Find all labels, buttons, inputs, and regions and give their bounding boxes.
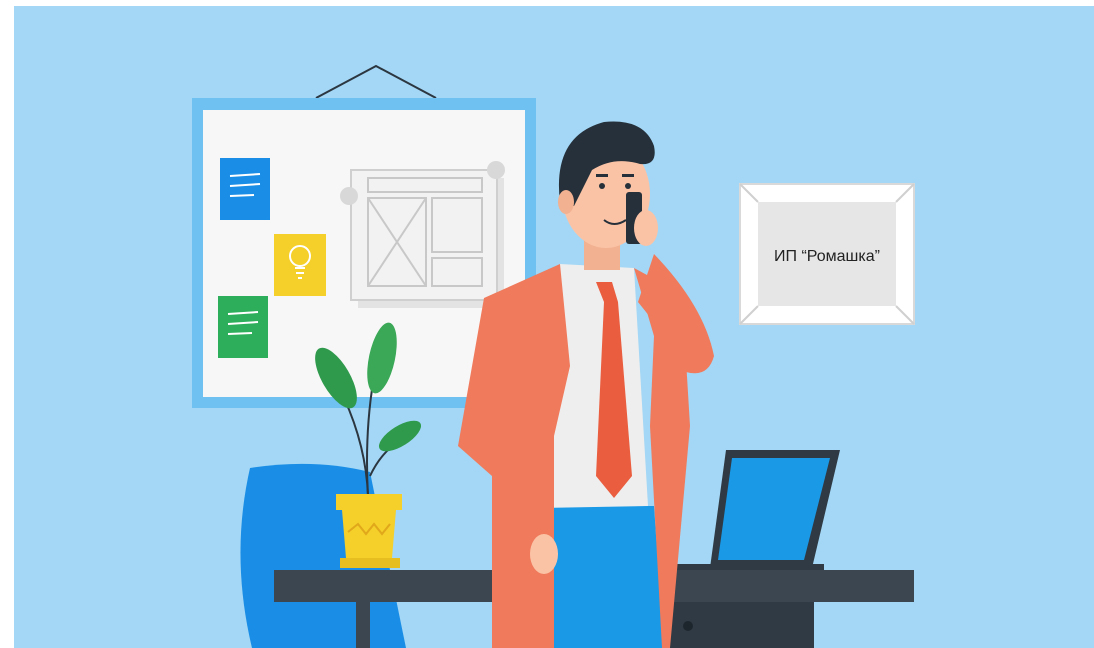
sticky-note-green [218, 296, 268, 358]
plant-pot [342, 510, 396, 558]
desk-leg [356, 602, 370, 648]
illustration: ИП “Ромашка” [14, 6, 1094, 648]
plant-pot-rim [336, 494, 402, 510]
eye [625, 183, 631, 189]
phone-hand [634, 210, 658, 246]
hand [530, 534, 558, 574]
ear [558, 190, 574, 214]
wireframe-sheet [340, 161, 505, 308]
drawer-knob [683, 621, 693, 631]
sticky-note-yellow [274, 234, 326, 296]
sign-text: ИП “Ромашка” [774, 248, 880, 265]
framed-sign: ИП “Ромашка” [739, 183, 915, 325]
eye [599, 183, 605, 189]
sticky-note-blue [220, 158, 270, 220]
